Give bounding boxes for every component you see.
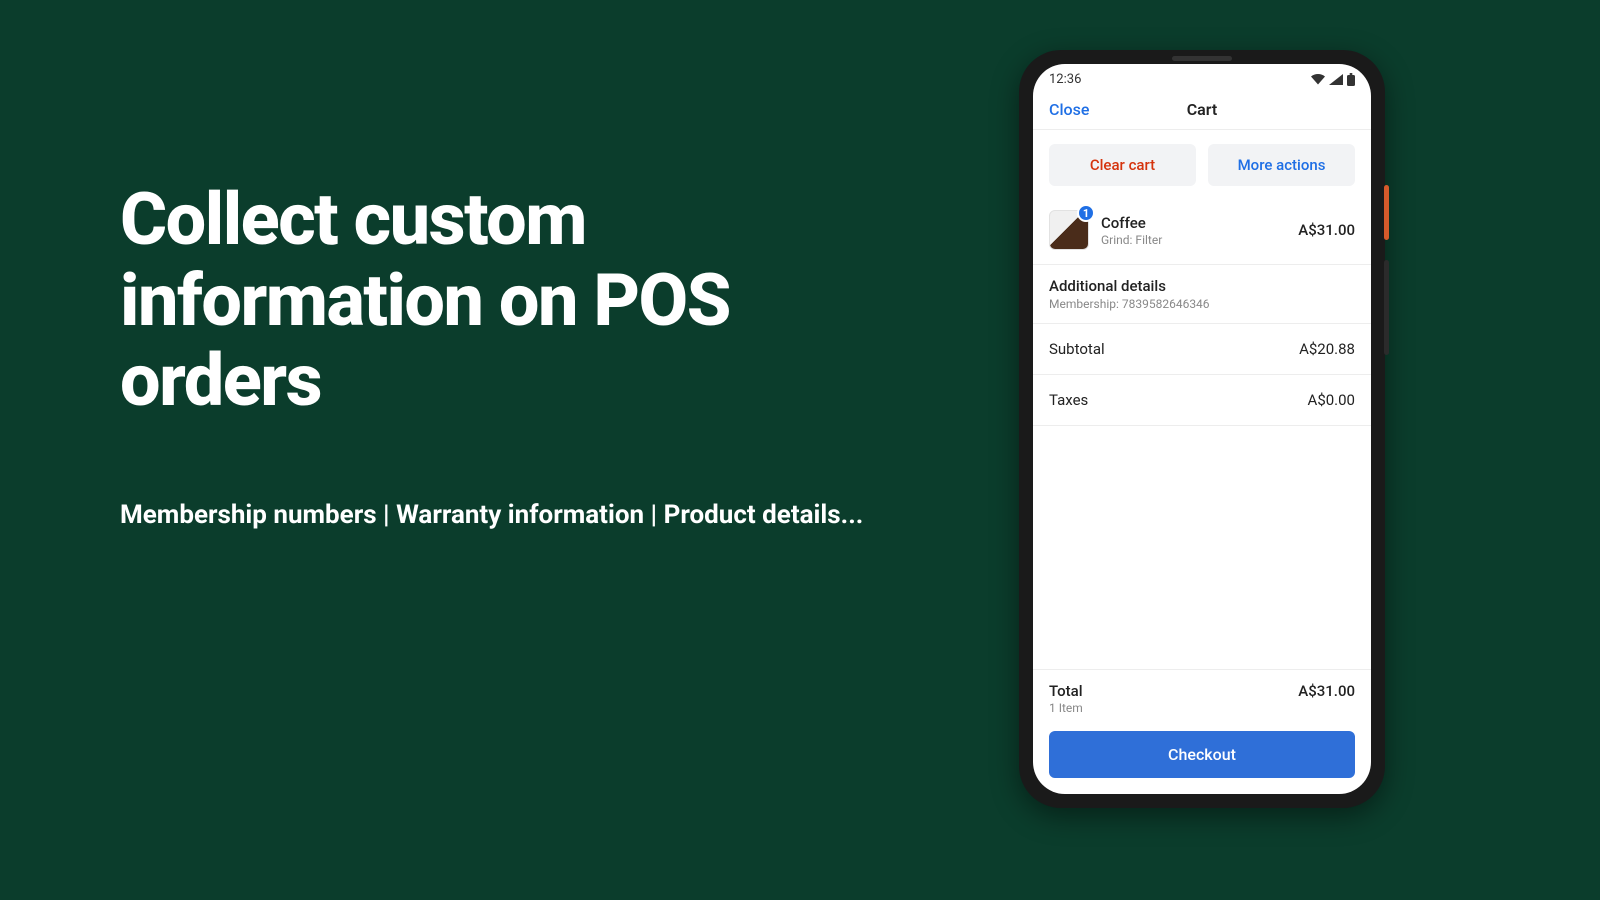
additional-details-title: Additional details	[1049, 277, 1355, 295]
more-actions-button[interactable]: More actions	[1208, 144, 1355, 186]
status-time: 12:36	[1049, 72, 1081, 87]
line-item-price: A$31.00	[1298, 221, 1355, 239]
wifi-icon	[1311, 74, 1325, 85]
page-title: Cart	[1187, 100, 1218, 119]
signal-icon	[1329, 74, 1343, 85]
subtotal-label: Subtotal	[1049, 340, 1105, 358]
cart-actions: Clear cart More actions	[1033, 130, 1371, 200]
product-variant: Grind: Filter	[1101, 233, 1298, 247]
close-button[interactable]: Close	[1049, 100, 1089, 119]
total-label: Total	[1049, 682, 1083, 700]
marketing-headline: Collect custom information on POS orders	[120, 180, 900, 422]
taxes-label: Taxes	[1049, 391, 1088, 409]
subtotal-value: A$20.88	[1299, 340, 1355, 358]
quantity-badge: 1	[1077, 204, 1095, 222]
battery-icon	[1347, 73, 1355, 86]
phone-mockup: 12:36 Close Cart	[1019, 50, 1385, 808]
status-bar: 12:36	[1033, 64, 1371, 94]
taxes-row: Taxes A$0.00	[1033, 375, 1371, 426]
checkout-button[interactable]: Checkout	[1049, 731, 1355, 778]
cart-footer: Total 1 Item A$31.00 Checkout	[1033, 669, 1371, 794]
additional-details-section[interactable]: Additional details Membership: 783958264…	[1033, 265, 1371, 324]
phone-power-button	[1384, 185, 1389, 240]
phone-speaker	[1172, 56, 1232, 61]
phone-volume-button	[1384, 260, 1389, 355]
home-indicator	[1147, 786, 1257, 790]
cart-line-item[interactable]: 1 Coffee Grind: Filter A$31.00	[1033, 200, 1371, 265]
nav-bar: Close Cart	[1033, 94, 1371, 130]
taxes-value: A$0.00	[1308, 391, 1355, 409]
additional-details-line: Membership: 7839582646346	[1049, 297, 1355, 311]
marketing-subline: Membership numbers | Warranty informatio…	[120, 500, 900, 530]
product-name: Coffee	[1101, 214, 1298, 232]
subtotal-row: Subtotal A$20.88	[1033, 324, 1371, 375]
total-value: A$31.00	[1298, 682, 1355, 700]
total-item-count: 1 Item	[1049, 701, 1083, 715]
app-screen: 12:36 Close Cart	[1033, 64, 1371, 794]
clear-cart-button[interactable]: Clear cart	[1049, 144, 1196, 186]
